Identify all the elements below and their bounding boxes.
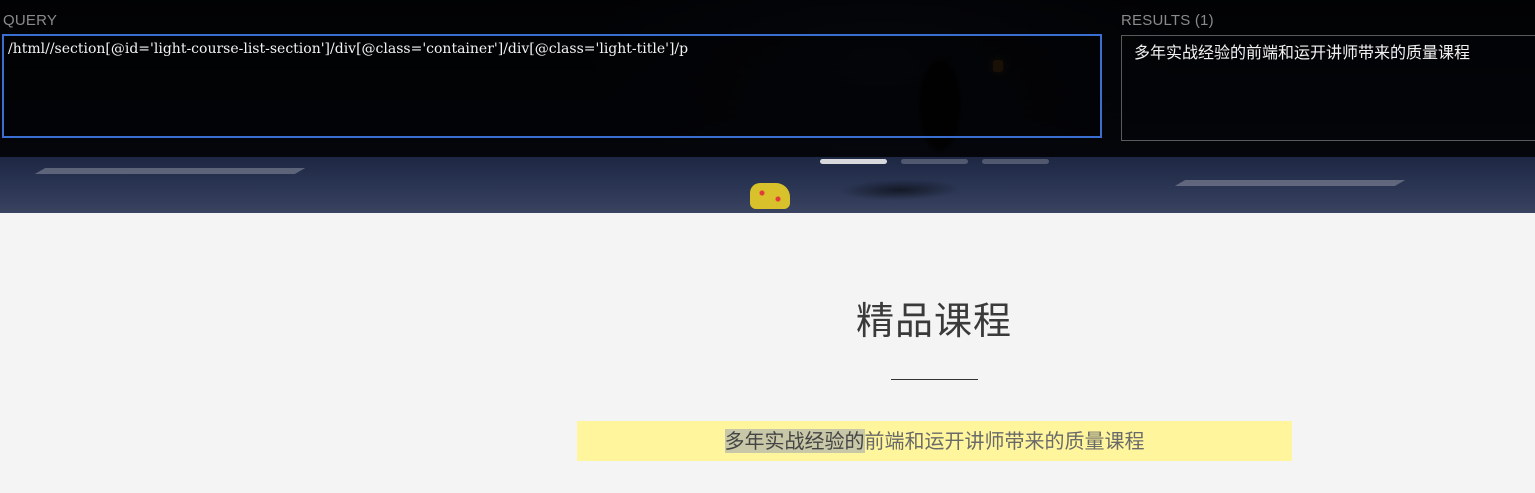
carousel-dot-3[interactable] [982,159,1049,164]
page-title: 精品课程 [855,299,1012,343]
section-subtitle: 多年实战经验的前端和运开讲师带来的质量课程 [577,421,1292,461]
xpath-helper-overlay: QUERY RESULTS (1) 多年实战经验的前端和运开讲师带来的质量课程 [0,0,1535,157]
query-label: QUERY [3,12,58,29]
carousel-dot-1[interactable] [820,159,887,164]
road-stripe [1174,180,1406,186]
course-list-section: 精品课程 多年实战经验的前端和运开讲师带来的质量课程 [0,213,1535,493]
query-input[interactable] [2,34,1102,138]
figure-shadow [805,170,995,210]
subtitle-highlight: 多年实战经验的 [724,429,865,453]
toy-dog-image [750,183,790,209]
title-divider [891,379,978,380]
subtitle-rest: 前端和运开讲师带来的质量课程 [864,429,1145,453]
result-item: 多年实战经验的前端和运开讲师带来的质量课程 [1134,43,1471,62]
carousel-indicators [820,159,1049,164]
results-output[interactable]: 多年实战经验的前端和运开讲师带来的质量课程 [1121,35,1535,141]
results-label: RESULTS (1) [1121,12,1214,29]
carousel-dot-2[interactable] [901,159,968,164]
road-stripe [34,168,306,174]
